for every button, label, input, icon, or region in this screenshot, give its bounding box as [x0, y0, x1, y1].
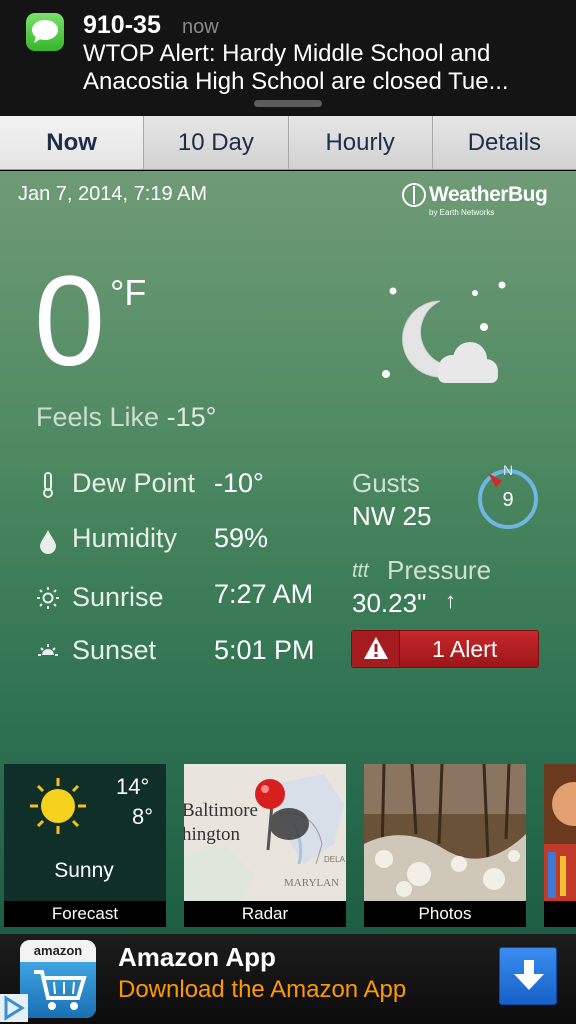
brand-name: WeatherBug	[429, 183, 548, 206]
radar-tile[interactable]: Baltimore hington MARYLAN DELA Radar	[184, 764, 346, 927]
tab-10-day[interactable]: 10 Day	[144, 116, 289, 169]
wind-compass-icon: N 9	[478, 463, 538, 529]
download-button[interactable]	[499, 947, 557, 1005]
moon-cloud-icon	[382, 281, 506, 383]
weatherbug-bug-icon	[402, 183, 426, 207]
alert-label: 1 Alert	[432, 636, 498, 662]
radar-caption: Radar	[184, 901, 346, 927]
forecast-high: 14°	[116, 774, 150, 799]
photos-tile[interactable]: Photos	[364, 764, 526, 927]
messages-app-icon	[26, 13, 64, 51]
map-label-washington: hington	[184, 824, 241, 845]
ad-subtitle: Download the Amazon App	[118, 976, 407, 1003]
observation-datetime: Jan 7, 2014, 7:19 AM	[18, 183, 208, 205]
feels-like-label: Feels Like	[36, 402, 160, 432]
tab-bar: Now 10 Day Hourly Details	[0, 116, 576, 170]
pressure-label: Pressure	[387, 555, 492, 585]
temperature-unit: °F	[110, 272, 147, 313]
sunset-icon	[38, 644, 58, 656]
photos-thumbnail	[364, 764, 526, 901]
current-conditions-panel: Jan 7, 2014, 7:19 AM WeatherBug by Earth…	[0, 171, 576, 934]
notification-grabber[interactable]	[254, 100, 322, 107]
forecast-condition: Sunny	[54, 859, 114, 882]
brand-subtitle: by Earth Networks	[429, 208, 495, 217]
radar-map: Baltimore hington MARYLAN DELA	[184, 764, 346, 901]
dew-point-label: Dew Point	[72, 468, 196, 498]
warning-icon	[352, 631, 400, 667]
forecast-low: 8°	[132, 804, 154, 829]
tab-now[interactable]: Now	[0, 116, 145, 169]
photos-caption: Photos	[364, 901, 526, 927]
gusts-label: Gusts	[352, 468, 420, 498]
pressure-value: 30.23"	[352, 588, 427, 618]
compass-speed: 9	[502, 489, 513, 511]
adchoices-icon[interactable]	[0, 994, 28, 1022]
current-temperature: 0	[34, 250, 106, 393]
notification-banner[interactable]: 910-35 now WTOP Alert: Hardy Middle Scho…	[0, 0, 576, 116]
forecast-caption: Forecast	[4, 901, 166, 927]
sun-icon	[30, 778, 86, 834]
notification-sender: 910-35	[83, 11, 161, 39]
feels-like: Feels Like -15°	[36, 402, 216, 433]
sunrise-icon	[37, 587, 59, 609]
map-label-baltimore: Baltimore	[184, 800, 258, 821]
sunrise-value: 7:27 AM	[214, 579, 314, 609]
tab-hourly[interactable]: Hourly	[288, 116, 433, 169]
amazon-app-icon: amazon	[20, 940, 96, 1018]
map-label-delaware: DELA	[324, 855, 346, 864]
ad-title: Amazon App	[118, 942, 276, 972]
forecast-tile[interactable]: 14° 8° Sunny Forecast	[4, 764, 166, 927]
weatherbug-logo: WeatherBug by Earth Networks	[402, 181, 548, 221]
notification-message: WTOP Alert: Hardy Middle School and Anac…	[83, 40, 509, 95]
feels-like-value: -15°	[166, 402, 217, 432]
humidity-value: 59%	[214, 523, 269, 553]
amazon-logo-text: amazon	[20, 940, 96, 962]
download-arrow-icon	[514, 960, 544, 990]
sunset-value: 5:01 PM	[214, 635, 315, 665]
shopping-cart-icon	[34, 970, 87, 1010]
pressure-trend-arrow: ↑	[445, 588, 456, 613]
compass-north: N	[503, 463, 513, 478]
sunrise-label: Sunrise	[72, 582, 164, 612]
partial-tile-thumbnail	[544, 764, 576, 927]
alert-button[interactable]: 1 Alert	[351, 630, 539, 668]
humidity-label: Humidity	[72, 523, 178, 553]
gusts-value: NW 25	[352, 501, 432, 531]
tab-details[interactable]: Details	[432, 116, 576, 169]
ad-banner[interactable]: amazon Amazon App Download the Amazon Ap…	[0, 934, 576, 1024]
thermometer-icon	[43, 472, 53, 498]
humidity-drop-icon	[40, 530, 56, 554]
dew-point-value: -10°	[214, 468, 264, 498]
sunset-label: Sunset	[72, 635, 157, 665]
pressure-icon: ttt	[352, 560, 369, 582]
notification-time: now	[182, 16, 219, 38]
map-label-maryland: MARYLAN	[284, 877, 339, 889]
partial-tile[interactable]	[544, 764, 576, 927]
